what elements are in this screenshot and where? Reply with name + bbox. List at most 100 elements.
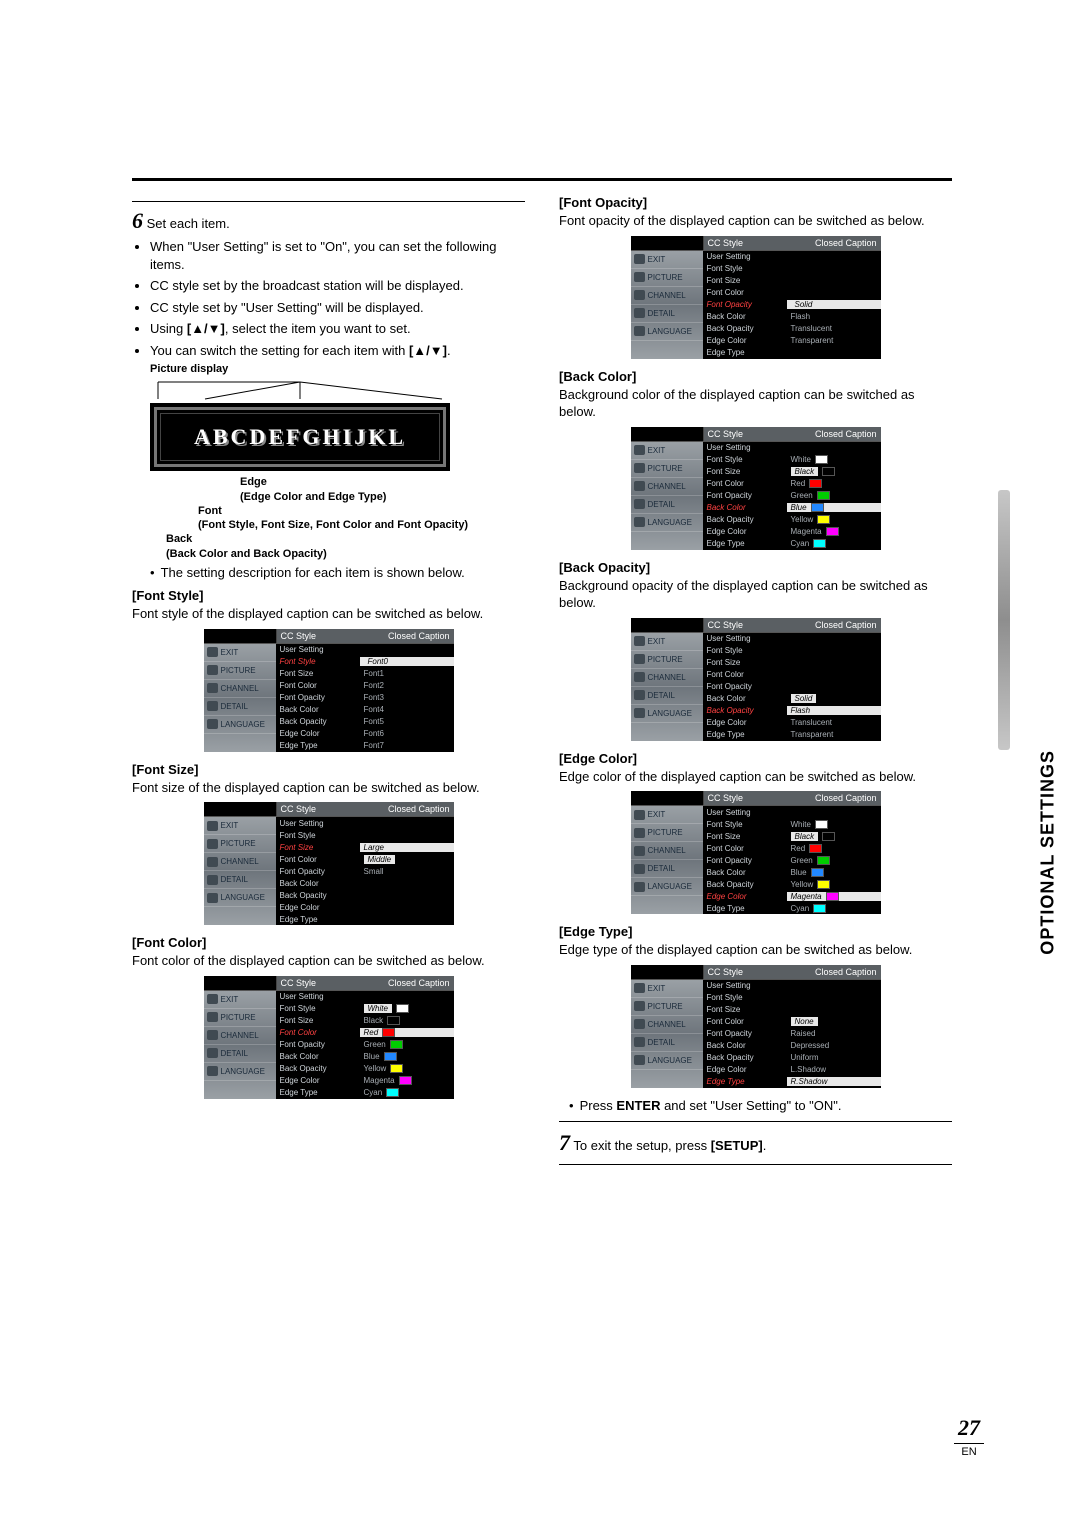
menu-side-item[interactable]: PICTURE [631,269,703,287]
menu-row[interactable]: Font OpacityRaised [703,1028,881,1040]
menu-row[interactable]: Edge ColorMagenta [703,526,881,538]
menu-side-item[interactable]: CHANNEL [204,853,276,871]
menu-row[interactable]: Edge TypeCyan [703,538,881,550]
menu-side-item[interactable]: DETAIL [631,1034,703,1052]
menu-side-item[interactable]: CHANNEL [204,1027,276,1045]
menu-row[interactable]: Edge TypeCyan [276,1087,454,1099]
menu-row[interactable]: Font OpacitySmall [276,865,454,877]
menu-row[interactable]: Font ColorMiddle [276,853,454,865]
menu-row[interactable]: Edge ColorMagenta [276,1075,454,1087]
menu-side-item[interactable]: LANGUAGE [204,889,276,907]
menu-row[interactable]: User Setting [703,251,881,263]
menu-row[interactable]: Font Color [703,669,881,681]
menu-row[interactable]: User Setting [703,442,881,454]
menu-side-item[interactable]: EXIT [204,817,276,835]
menu-side-item[interactable]: DETAIL [631,860,703,878]
menu-row[interactable]: User Setting [703,806,881,818]
menu-side-item[interactable]: LANGUAGE [204,716,276,734]
menu-side-item[interactable]: LANGUAGE [631,514,703,532]
menu-row[interactable]: Edge ColorMagenta [703,890,881,902]
menu-side-item[interactable]: DETAIL [204,698,276,716]
menu-side-item[interactable]: PICTURE [204,662,276,680]
menu-row[interactable]: Back ColorDepressed [703,1040,881,1052]
menu-side-item[interactable]: LANGUAGE [204,1063,276,1081]
menu-row[interactable]: Back ColorFont4 [276,704,454,716]
menu-side-item[interactable]: EXIT [631,251,703,269]
menu-row[interactable]: Back ColorSolid [703,693,881,705]
menu-row[interactable]: Font ColorRed [703,478,881,490]
menu-row[interactable]: Font SizeBlack [703,466,881,478]
menu-row[interactable]: Font Style [703,992,881,1004]
menu-row[interactable]: Back OpacityYellow [276,1063,454,1075]
menu-row[interactable]: Back OpacityFont5 [276,716,454,728]
menu-row[interactable]: User Setting [276,644,454,656]
menu-row[interactable]: Font SizeBlack [276,1015,454,1027]
menu-side-item[interactable]: PICTURE [631,651,703,669]
menu-side-item[interactable]: LANGUAGE [631,705,703,723]
menu-row[interactable]: Edge Type [703,347,881,359]
menu-row[interactable]: Font Size [703,657,881,669]
menu-row[interactable]: Font Style [703,263,881,275]
menu-row[interactable]: Font Color [703,287,881,299]
menu-row[interactable]: Back Opacity [276,889,454,901]
menu-row[interactable]: Edge TypeTransparent [703,729,881,741]
menu-row[interactable]: User Setting [703,633,881,645]
menu-row[interactable]: Edge TypeCyan [703,902,881,914]
menu-row[interactable]: Edge ColorL.Shadow [703,1064,881,1076]
menu-row[interactable]: Back OpacityYellow [703,878,881,890]
menu-side-item[interactable]: PICTURE [631,998,703,1016]
menu-side-item[interactable]: DETAIL [204,1045,276,1063]
menu-side-item[interactable]: LANGUAGE [631,878,703,896]
menu-side-item[interactable]: DETAIL [631,687,703,705]
menu-side-item[interactable]: CHANNEL [631,669,703,687]
menu-side-item[interactable]: EXIT [631,442,703,460]
menu-side-item[interactable]: CHANNEL [631,1016,703,1034]
menu-row[interactable]: Back Color [276,877,454,889]
menu-row[interactable]: Edge ColorTranslucent [703,717,881,729]
menu-side-item[interactable]: PICTURE [204,1009,276,1027]
menu-row[interactable]: Font Style [703,645,881,657]
menu-row[interactable]: Edge Color [276,901,454,913]
menu-row[interactable]: Font StyleWhite [276,1003,454,1015]
menu-side-item[interactable]: EXIT [631,806,703,824]
menu-row[interactable]: Back ColorFlash [703,311,881,323]
menu-row[interactable]: Font SizeLarge [276,841,454,853]
menu-row[interactable]: Font Style [276,829,454,841]
menu-row[interactable]: Font StyleFont0 [276,656,454,668]
menu-row[interactable]: Back ColorBlue [703,502,881,514]
menu-row[interactable]: User Setting [276,817,454,829]
menu-row[interactable]: Font ColorFont2 [276,680,454,692]
menu-row[interactable]: Font SizeFont1 [276,668,454,680]
menu-row[interactable]: Back OpacityFlash [703,705,881,717]
menu-row[interactable]: Edge ColorTransparent [703,335,881,347]
menu-row[interactable]: Back ColorBlue [276,1051,454,1063]
menu-row[interactable]: Edge Type [276,913,454,925]
menu-side-item[interactable]: CHANNEL [631,478,703,496]
menu-side-item[interactable]: PICTURE [631,460,703,478]
menu-row[interactable]: Font Opacity [703,681,881,693]
menu-row[interactable]: Font ColorNone [703,1016,881,1028]
menu-row[interactable]: Font OpacityGreen [703,854,881,866]
menu-side-item[interactable]: DETAIL [631,305,703,323]
menu-side-item[interactable]: LANGUAGE [631,1052,703,1070]
menu-row[interactable]: Edge TypeFont7 [276,740,454,752]
menu-row[interactable]: Back ColorBlue [703,866,881,878]
menu-row[interactable]: Back OpacityTranslucent [703,323,881,335]
menu-row[interactable]: Edge ColorFont6 [276,728,454,740]
menu-row[interactable]: Font Size [703,275,881,287]
menu-row[interactable]: Font OpacityFont3 [276,692,454,704]
menu-side-item[interactable]: CHANNEL [631,842,703,860]
menu-side-item[interactable]: DETAIL [204,871,276,889]
menu-side-item[interactable]: DETAIL [631,496,703,514]
menu-row[interactable]: Font ColorRed [703,842,881,854]
menu-row[interactable]: Font OpacityGreen [276,1039,454,1051]
menu-side-item[interactable]: EXIT [204,644,276,662]
menu-row[interactable]: User Setting [703,980,881,992]
menu-row[interactable]: Font OpacitySolid [703,299,881,311]
menu-side-item[interactable]: EXIT [204,991,276,1009]
menu-row[interactable]: Font StyleWhite [703,818,881,830]
menu-row[interactable]: Font SizeBlack [703,830,881,842]
menu-side-item[interactable]: EXIT [631,633,703,651]
menu-row[interactable]: Back OpacityUniform [703,1052,881,1064]
menu-row[interactable]: Back OpacityYellow [703,514,881,526]
